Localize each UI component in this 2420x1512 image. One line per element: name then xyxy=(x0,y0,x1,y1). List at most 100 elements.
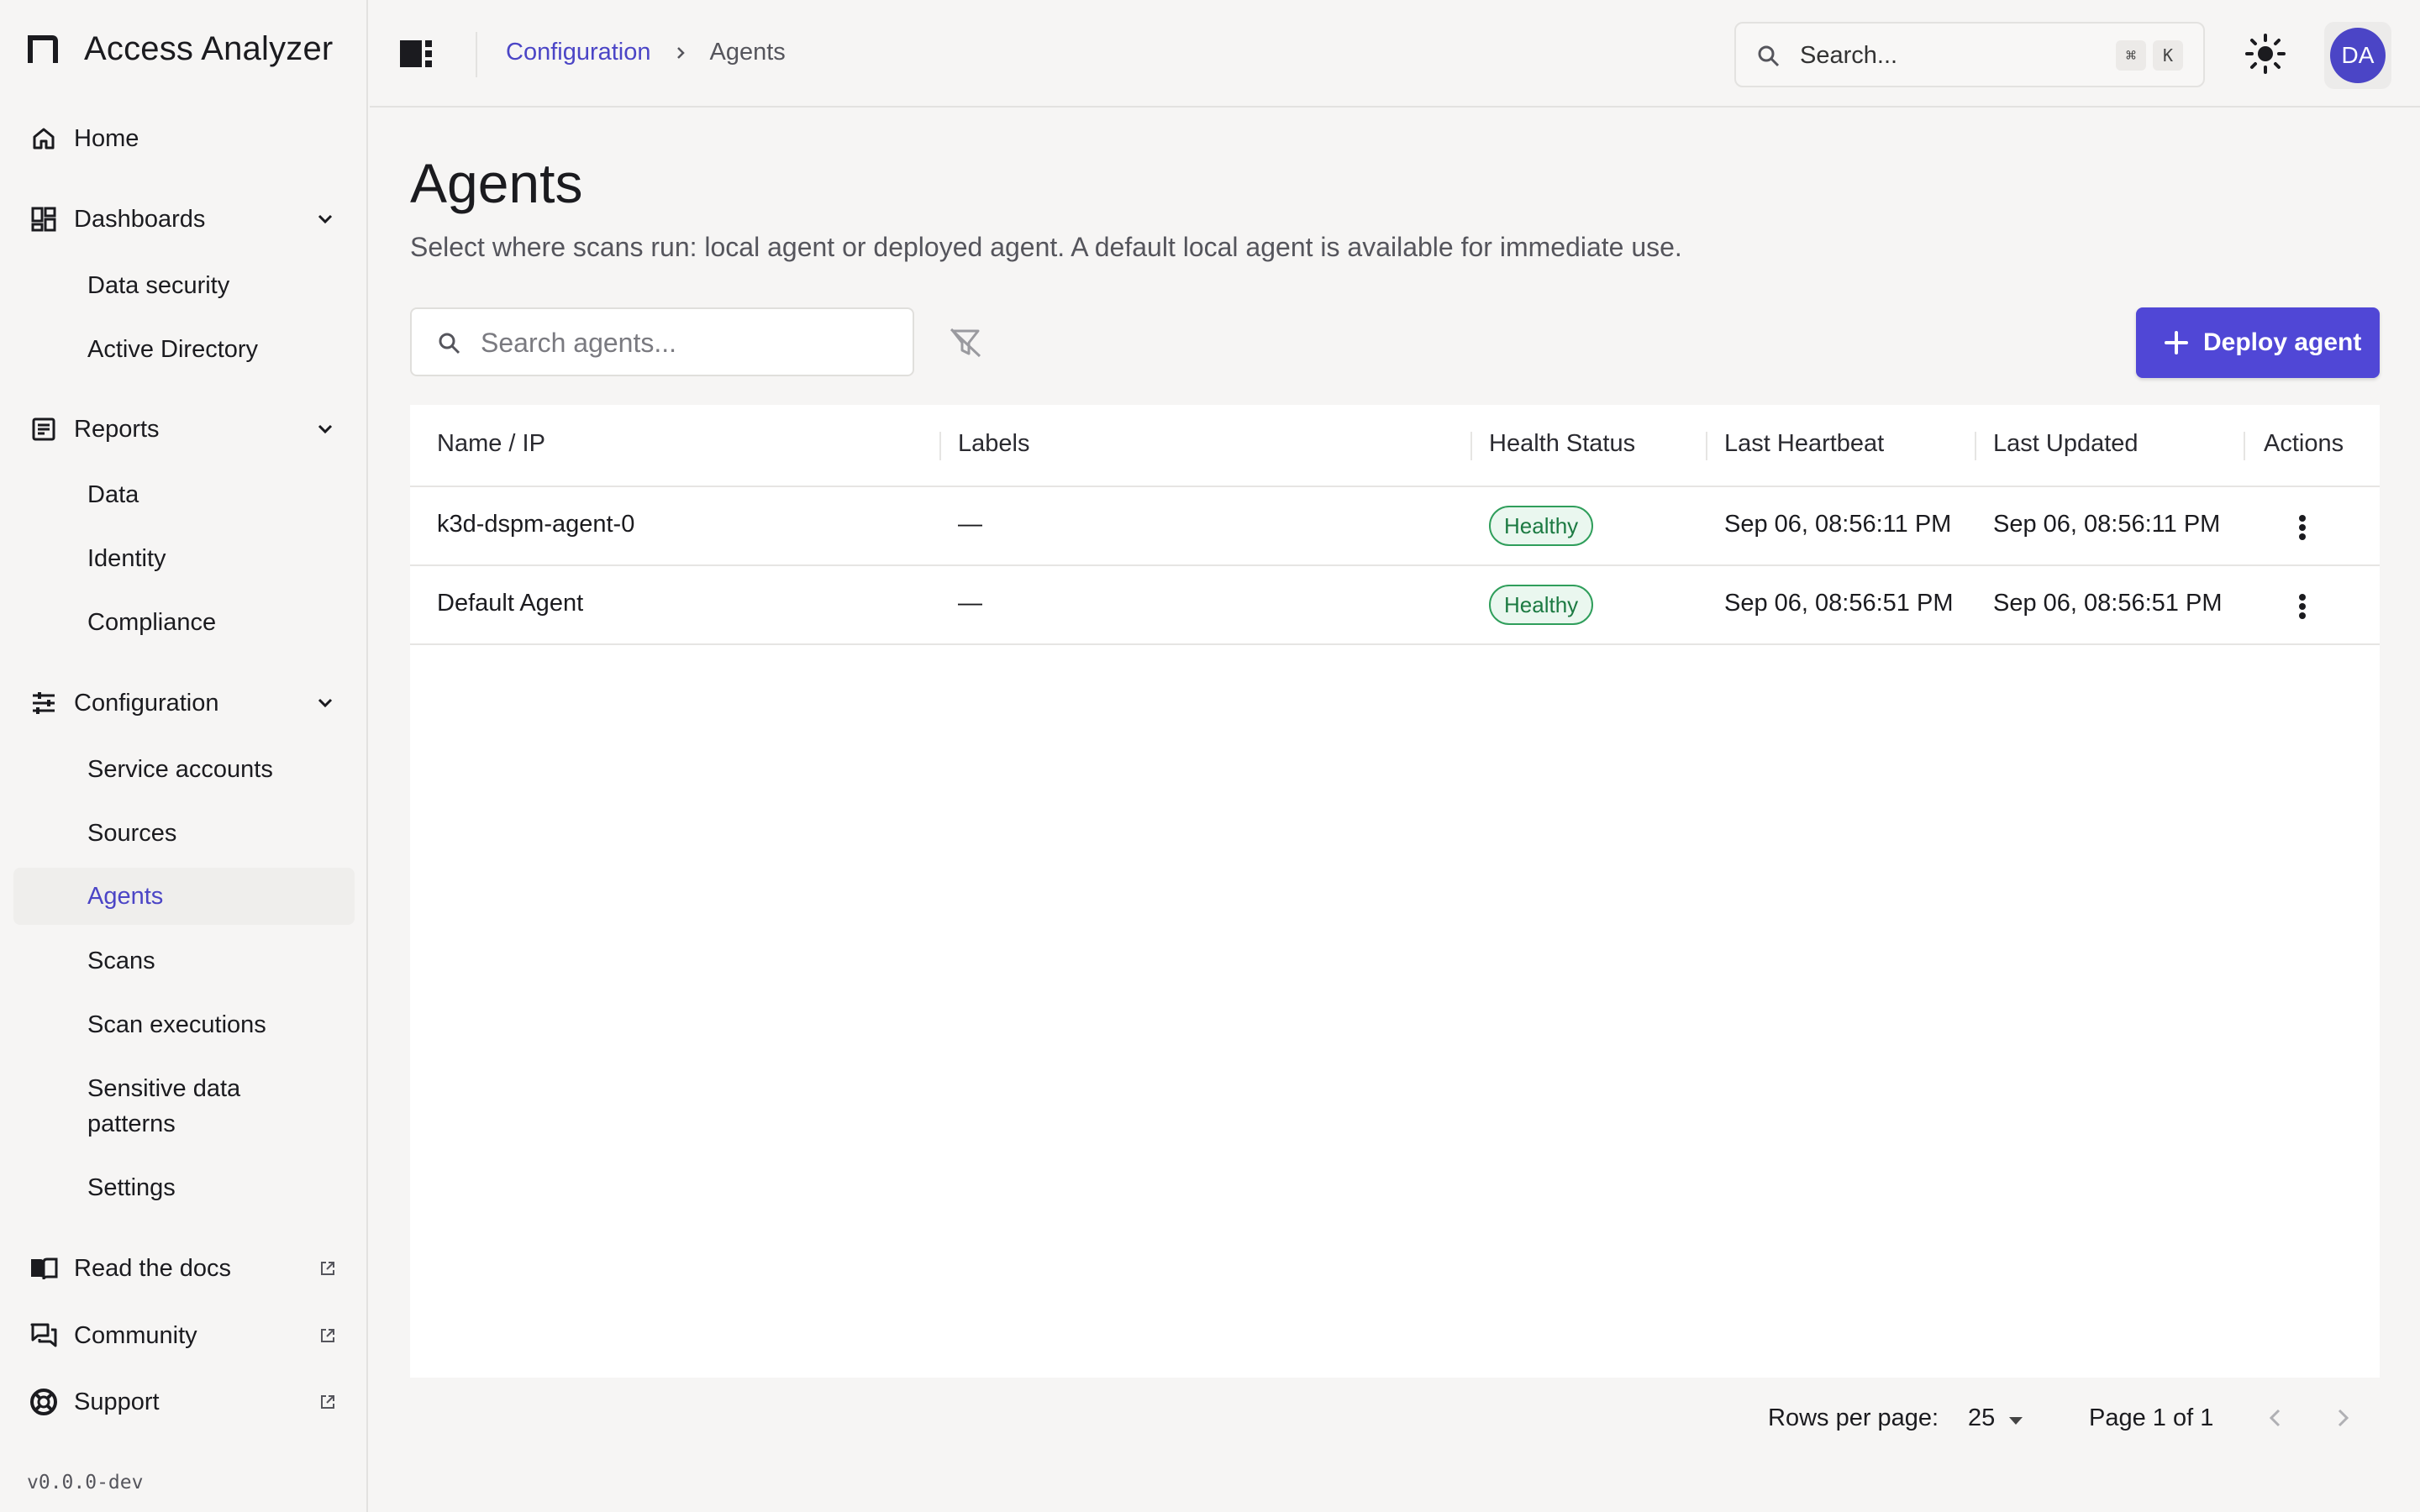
sidebar-item-label: Data xyxy=(87,481,139,508)
agent-last-updated: Sep 06, 08:56:11 PM xyxy=(1993,511,2221,538)
sidebar-item-label: Data security xyxy=(87,272,230,299)
sidebar-item-label: Service accounts xyxy=(87,756,273,783)
home-icon xyxy=(29,123,59,154)
breadcrumb-current: Agents xyxy=(709,39,786,66)
chevron-down-icon[interactable] xyxy=(313,207,338,232)
status-badge: Healthy xyxy=(1489,585,1594,625)
more-vertical-icon[interactable] xyxy=(2287,590,2317,623)
agent-last-heartbeat: Sep 06, 08:56:51 PM xyxy=(1724,590,1954,617)
sidebar-item-label: Active Directory xyxy=(87,336,259,363)
column-header-name[interactable]: Name / IP xyxy=(437,430,545,458)
column-header-labels[interactable]: Labels xyxy=(958,430,1029,458)
shortcut-key: ⌘ xyxy=(2116,40,2146,71)
sidebar-item-settings[interactable]: Settings xyxy=(13,1159,355,1216)
agent-name: Default Agent xyxy=(437,590,584,617)
column-divider[interactable] xyxy=(939,432,941,460)
sidebar-item-label: Reports xyxy=(74,415,160,443)
sidebar-item-identity[interactable]: Identity xyxy=(13,530,355,587)
sidebar-item-label: Scans xyxy=(87,948,155,974)
external-link-icon xyxy=(318,1326,338,1346)
chevron-right-icon[interactable] xyxy=(2324,1399,2361,1436)
sidebar-toggle-icon[interactable] xyxy=(398,37,435,71)
sidebar-item-compliance[interactable]: Compliance xyxy=(13,594,355,651)
divider xyxy=(476,32,477,77)
sidebar-item-community[interactable]: Community xyxy=(13,1306,355,1365)
page-description: Select where scans run: local agent or d… xyxy=(410,232,1682,262)
sidebar-item-label: Read the docs xyxy=(74,1254,232,1282)
sun-icon[interactable] xyxy=(2244,32,2287,76)
sidebar-item-sources[interactable]: Sources xyxy=(13,805,355,862)
agent-search-input[interactable] xyxy=(481,324,892,361)
sidebar-item-label: Scan executions xyxy=(87,1011,266,1038)
page-indicator: Page 1 of 1 xyxy=(2089,1404,2214,1431)
breadcrumb-configuration[interactable]: Configuration xyxy=(506,39,651,66)
sidebar-item-home[interactable]: Home xyxy=(13,109,355,168)
sidebar-item-read-the-docs[interactable]: Read the docs xyxy=(13,1239,355,1298)
chevron-left-icon[interactable] xyxy=(2257,1399,2294,1436)
search-icon xyxy=(1758,45,1780,67)
sidebar-item-label: Sensitive data patterns xyxy=(87,1075,241,1137)
book-icon xyxy=(29,1253,59,1284)
chevron-down-icon[interactable] xyxy=(313,690,338,716)
user-menu[interactable]: DA xyxy=(2324,22,2391,89)
agent-name: k3d-dspm-agent-0 xyxy=(437,511,635,538)
sidebar-item-dashboards[interactable]: Dashboards xyxy=(13,190,355,249)
sidebar-item-service-accounts[interactable]: Service accounts xyxy=(13,741,355,798)
more-vertical-icon[interactable] xyxy=(2287,511,2317,544)
column-header-health[interactable]: Health Status xyxy=(1489,430,1635,458)
sidebar-item-agents[interactable]: Agents xyxy=(13,868,355,925)
brand[interactable]: Access Analyzer xyxy=(27,30,333,68)
table-row[interactable]: k3d-dspm-agent-0 — Healthy Sep 06, 08:56… xyxy=(410,487,2380,566)
rows-per-page-value: 25 xyxy=(1968,1404,1996,1431)
external-link-icon xyxy=(318,1392,338,1412)
lifebuoy-icon xyxy=(29,1387,59,1417)
deploy-agent-label: Deploy agent xyxy=(2203,328,2362,356)
logo-icon xyxy=(28,34,58,63)
column-divider[interactable] xyxy=(1975,432,1976,460)
app-version: v0.0.0-dev xyxy=(27,1472,144,1494)
agents-table: Name / IP Labels Health Status Last Hear… xyxy=(410,405,2380,1378)
sidebar: Access Analyzer Home Dashboards Data sec… xyxy=(0,0,368,1512)
dashboard-icon xyxy=(29,204,59,234)
clear-filter-icon[interactable] xyxy=(946,326,985,360)
shortcut-key: K xyxy=(2153,40,2183,71)
table-row[interactable]: Default Agent — Healthy Sep 06, 08:56:51… xyxy=(410,566,2380,645)
caret-down-icon xyxy=(2009,1417,2023,1425)
sidebar-item-active-directory[interactable]: Active Directory xyxy=(13,321,355,378)
plus-icon xyxy=(2165,331,2188,354)
sidebar-item-label: Settings xyxy=(87,1174,176,1201)
deploy-agent-button[interactable]: Deploy agent xyxy=(2136,307,2380,378)
topbar: Configuration Agents Search... ⌘ K DA xyxy=(370,0,2420,108)
sidebar-item-label: Support xyxy=(74,1388,160,1415)
column-header-updated[interactable]: Last Updated xyxy=(1993,430,2139,458)
sidebar-item-data[interactable]: Data xyxy=(13,466,355,523)
column-divider[interactable] xyxy=(1470,432,1472,460)
avatar: DA xyxy=(2330,28,2386,83)
sidebar-item-label: Sources xyxy=(87,820,177,847)
sidebar-item-scan-executions[interactable]: Scan executions xyxy=(13,996,355,1053)
sidebar-item-label: Community xyxy=(74,1321,197,1349)
chevron-down-icon[interactable] xyxy=(313,417,338,442)
column-divider[interactable] xyxy=(1706,432,1707,460)
rows-per-page-select[interactable]: 25 xyxy=(1966,1398,2033,1440)
agent-search[interactable] xyxy=(410,307,914,376)
agent-last-updated: Sep 06, 08:56:51 PM xyxy=(1993,590,2223,617)
rows-per-page-label: Rows per page: xyxy=(1768,1404,1939,1431)
global-search[interactable]: Search... ⌘ K xyxy=(1734,22,2205,87)
agent-labels: — xyxy=(958,511,982,538)
agent-labels: — xyxy=(958,590,982,617)
sidebar-item-configuration[interactable]: Configuration xyxy=(13,674,355,732)
global-search-placeholder: Search... xyxy=(1800,42,1898,69)
sidebar-item-data-security[interactable]: Data security xyxy=(13,257,355,314)
column-divider[interactable] xyxy=(2244,432,2245,460)
sidebar-item-scans[interactable]: Scans xyxy=(13,932,355,990)
sidebar-item-sensitive-data-patterns[interactable]: Sensitive data patterns xyxy=(13,1070,355,1142)
sidebar-item-reports[interactable]: Reports xyxy=(13,400,355,459)
sidebar-item-label: Identity xyxy=(87,545,166,572)
breadcrumb: Configuration Agents xyxy=(506,39,786,66)
report-icon xyxy=(29,414,59,444)
external-link-icon xyxy=(318,1258,338,1278)
table-header: Name / IP Labels Health Status Last Hear… xyxy=(410,405,2380,487)
column-header-heartbeat[interactable]: Last Heartbeat xyxy=(1724,430,1884,458)
sidebar-item-support[interactable]: Support xyxy=(13,1373,355,1431)
